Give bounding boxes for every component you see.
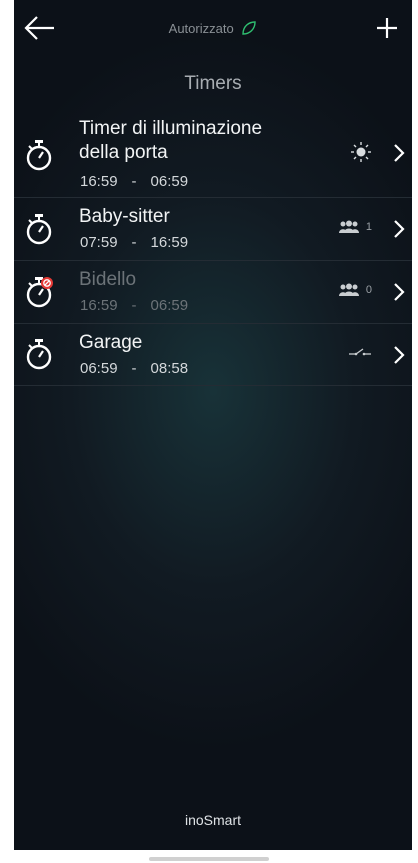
- timer-row[interactable]: Bidello 16:59-06:59 0: [14, 261, 412, 324]
- timer-name: Timer di illuminazione della porta: [79, 117, 262, 165]
- timer-name: Bidello: [79, 269, 137, 290]
- chevron-right-icon: [394, 220, 405, 238]
- end-time: 06:59: [150, 173, 189, 190]
- stopwatch-icon: [26, 214, 52, 245]
- time-separator: -: [131, 173, 137, 190]
- start-time: 16:59: [80, 297, 118, 314]
- timer-name-line1: Timer di illuminazione: [79, 118, 263, 139]
- timer-type: 0: [338, 283, 372, 297]
- time-separator: -: [131, 297, 137, 314]
- users-icon: [338, 283, 359, 296]
- timer-time-range: 16:59-06:59: [80, 297, 188, 314]
- timer-list: Timer di illuminazione della porta 16:59…: [14, 110, 412, 386]
- chevron-right-icon: [394, 283, 405, 301]
- stopwatch-icon: [26, 339, 52, 370]
- timer-type: 1: [338, 220, 372, 234]
- timer-row[interactable]: Baby-sitter 07:59-16:59 1: [14, 198, 412, 261]
- time-separator: -: [131, 234, 137, 251]
- timer-time-range: 16:59-06:59: [80, 173, 188, 190]
- end-time: 16:59: [150, 234, 189, 251]
- app-screen: Autorizzato Timers Timer di illuminazion…: [14, 0, 412, 850]
- timer-row[interactable]: Garage 06:59-08:58: [14, 324, 412, 386]
- user-count: 1: [365, 221, 372, 233]
- sun-icon: [351, 142, 371, 162]
- start-time: 06:59: [80, 360, 118, 377]
- status-label: Autorizzato: [168, 20, 234, 36]
- timer-row[interactable]: Timer di illuminazione della porta 16:59…: [14, 110, 412, 198]
- authorization-status: Autorizzato: [14, 20, 412, 39]
- plus-icon: [377, 18, 397, 38]
- timer-time-range: 06:59-08:58: [80, 360, 188, 377]
- home-indicator[interactable]: [149, 857, 269, 861]
- page-title: Timers: [184, 73, 242, 94]
- switch-icon: [349, 348, 371, 356]
- time-separator: -: [131, 360, 137, 377]
- chevron-right-icon: [394, 346, 405, 364]
- brand-logo: inoSmart: [184, 812, 242, 828]
- timer-name: Baby-sitter: [79, 206, 170, 227]
- leaf-icon: [241, 20, 257, 39]
- user-count: 0: [365, 284, 372, 296]
- timer-type: [348, 346, 372, 358]
- stopwatch-icon: [26, 140, 52, 171]
- users-icon: [338, 220, 359, 233]
- start-time: 16:59: [80, 173, 118, 190]
- end-time: 06:59: [150, 297, 189, 314]
- timer-name-line2: della porta: [79, 142, 168, 163]
- timer-name: Garage: [79, 332, 143, 353]
- stopwatch-disabled-icon: [26, 277, 53, 308]
- end-time: 08:58: [150, 360, 189, 377]
- timer-time-range: 07:59-16:59: [80, 234, 188, 251]
- start-time: 07:59: [80, 234, 118, 251]
- timer-type: [350, 141, 372, 163]
- add-timer-button[interactable]: [370, 10, 404, 46]
- top-bar: Autorizzato: [14, 0, 412, 60]
- chevron-right-icon: [394, 144, 405, 162]
